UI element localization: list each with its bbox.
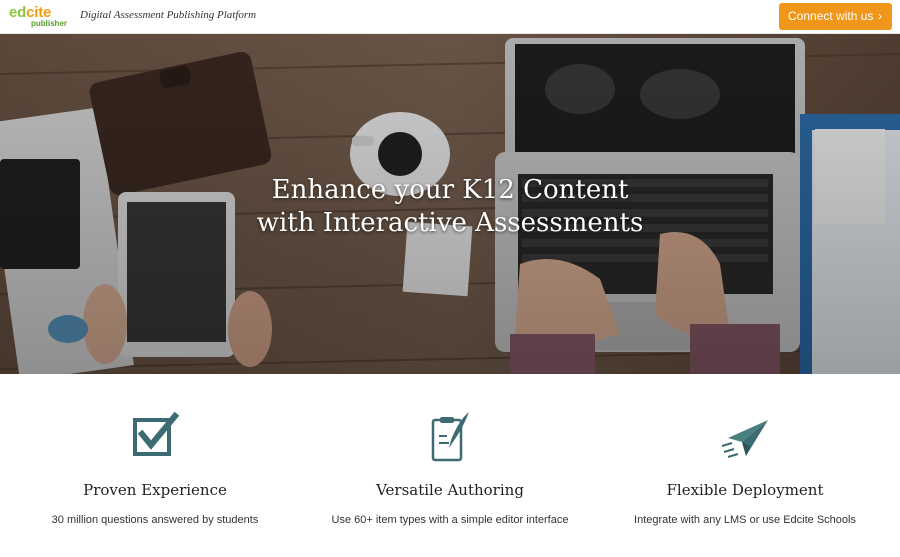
hero-title: Enhance your K12 Content with Interactiv… xyxy=(0,174,900,240)
hero-title-line-2: with Interactive Assessments xyxy=(256,208,644,238)
feature-flexible-deployment: Flexible Deployment Integrate with any L… xyxy=(595,374,895,557)
feature-description: 30 million questions answered by student… xyxy=(51,514,259,526)
feature-versatile-authoring: Versatile Authoring Use 60+ item types w… xyxy=(300,374,600,557)
chevron-right-icon: › xyxy=(878,9,882,23)
paper-plane-icon xyxy=(721,420,768,458)
edcite-publisher-logo[interactable]: edcite publisher xyxy=(9,4,71,30)
feature-title: Flexible Deployment xyxy=(666,481,824,499)
platform-tagline: Digital Assessment Publishing Platform xyxy=(80,9,257,21)
feature-title: Versatile Authoring xyxy=(376,481,524,499)
top-header: edcite publisher Digital Assessment Publ… xyxy=(0,0,900,34)
feature-description: Use 60+ item types with a simple editor … xyxy=(331,514,569,526)
feature-proven-experience: Proven Experience 30 million questions a… xyxy=(5,374,305,557)
connect-button[interactable]: Connect with us › xyxy=(779,3,892,30)
logo-subtitle: publisher xyxy=(31,19,68,28)
features-section: Proven Experience 30 million questions a… xyxy=(0,374,900,557)
checkbox-icon xyxy=(133,411,180,456)
feature-title: Proven Experience xyxy=(83,481,227,499)
hero-banner: Enhance your K12 Content with Interactiv… xyxy=(0,34,900,374)
hero-title-line-1: Enhance your K12 Content xyxy=(271,175,629,205)
connect-button-label: Connect with us xyxy=(788,9,874,23)
clipboard-quill-icon xyxy=(431,412,469,462)
feature-description: Integrate with any LMS or use Edcite Sch… xyxy=(634,514,856,526)
